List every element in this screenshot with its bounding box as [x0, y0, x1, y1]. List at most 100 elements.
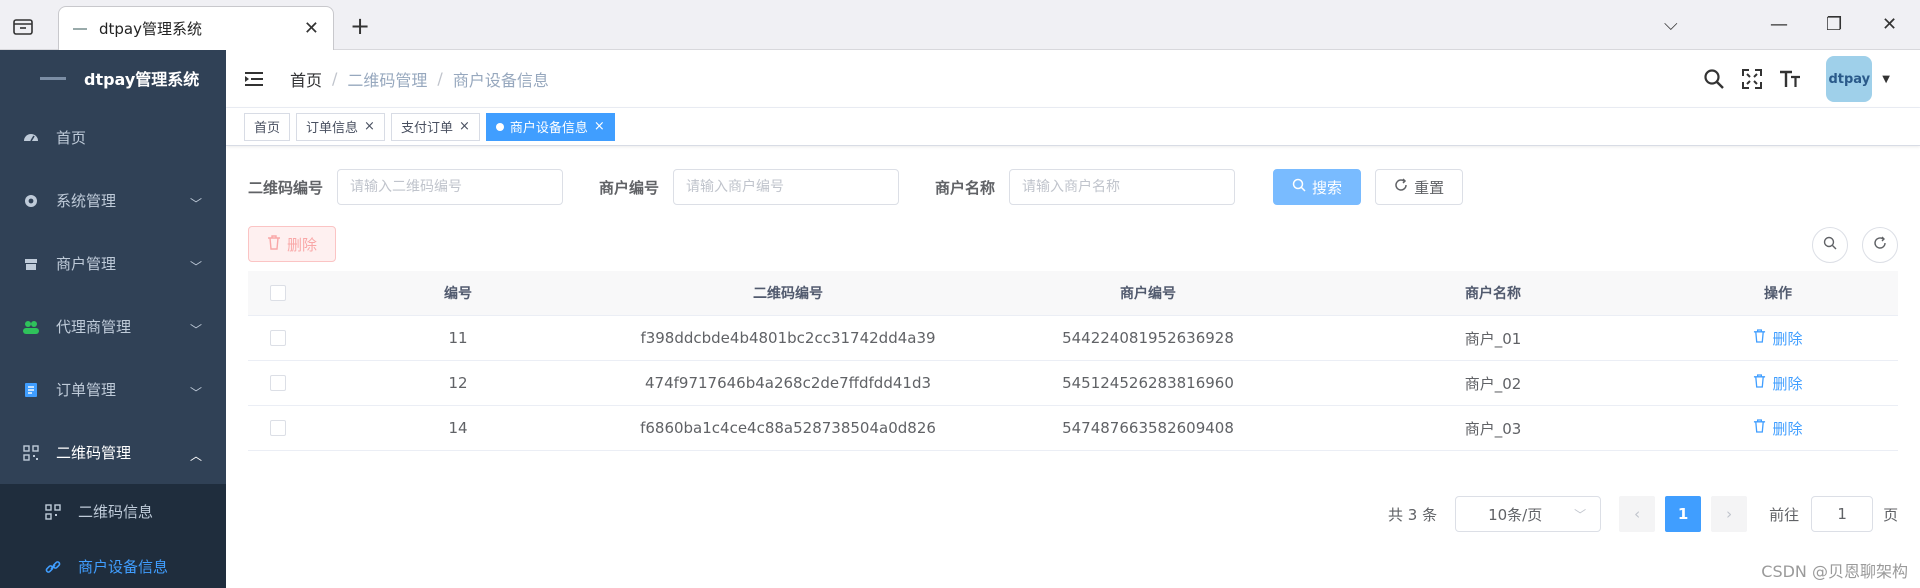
sidebar-logo[interactable]: dtpay管理系统: [0, 50, 226, 106]
batch-delete-label: 删除: [287, 235, 318, 254]
search-button[interactable]: 搜索: [1273, 169, 1362, 205]
close-icon[interactable]: ×: [364, 119, 375, 134]
reset-button[interactable]: 重置: [1375, 169, 1464, 205]
row-checkbox-cell: [248, 375, 308, 391]
sidebar: dtpay管理系统 首页 系统管理 ﹀ 商户管理 ﹀ 代理商管理 ﹀ 订单管理 …: [0, 50, 226, 588]
cell-id: 14: [448, 419, 468, 437]
chevron-up-icon: ︿: [189, 449, 202, 463]
sidebar-item-system[interactable]: 系统管理 ﹀: [0, 169, 226, 232]
trash-icon: [1753, 419, 1766, 437]
row-checkbox-cell: [248, 420, 308, 436]
cell-operation: 删除: [1658, 373, 1898, 394]
tag-label: 首页: [254, 121, 281, 136]
gear-icon: [22, 192, 40, 210]
tab-close-icon[interactable]: ✕: [304, 18, 319, 39]
page-size-value: 10条/页: [1488, 505, 1543, 524]
row-checkbox[interactable]: [270, 375, 286, 391]
search-form: 二维码编号 商户编号 商户名称 搜索 重置: [248, 169, 1477, 205]
sidebar-item-label: 首页: [56, 129, 87, 147]
cell-operation: 删除: [1658, 418, 1898, 439]
cell-merchant-no: 545124526283816960: [1062, 374, 1234, 392]
cell-merchant-no: 544224081952636928: [1062, 329, 1234, 347]
hamburger-icon[interactable]: [244, 70, 264, 88]
breadcrumb-current: 商户设备信息: [452, 70, 549, 90]
goto-page-input[interactable]: 1: [1811, 496, 1874, 532]
select-all-checkbox[interactable]: [270, 285, 286, 301]
watermark: CSDN @贝恩聊架构: [1761, 562, 1908, 581]
favicon-icon: [73, 27, 87, 30]
close-icon[interactable]: ×: [594, 119, 605, 134]
trash-icon: [1753, 329, 1766, 347]
row-checkbox-cell: [248, 330, 308, 346]
cell-merchant-name: 商户_03: [1464, 419, 1522, 438]
chevron-down-icon: ﹀: [189, 197, 202, 211]
merchant-no-input[interactable]: [673, 169, 900, 205]
close-icon[interactable]: ×: [459, 119, 470, 134]
refresh-table-button[interactable]: [1862, 227, 1898, 263]
tag-label: 订单信息: [306, 121, 359, 136]
search-icon[interactable]: [1702, 67, 1726, 91]
chevron-down-icon: ﹀: [189, 323, 202, 337]
search-icon: [1292, 178, 1306, 196]
header-id: 编号: [444, 286, 472, 302]
merchant-name-input[interactable]: [1009, 169, 1236, 205]
browser-tab-title: dtpay管理系统: [99, 20, 202, 38]
row-delete-button[interactable]: 删除: [1753, 328, 1803, 349]
sidebar-item-label: 系统管理: [56, 192, 117, 210]
tag-pay-order[interactable]: 支付订单 ×: [390, 112, 480, 141]
dashboard-icon: [22, 129, 40, 147]
tab-search-icon[interactable]: ⌵: [1664, 14, 1678, 35]
window-close-icon[interactable]: ✕: [1882, 14, 1897, 35]
prev-page-button[interactable]: ‹: [1619, 496, 1656, 532]
minimize-icon[interactable]: —: [1770, 14, 1788, 35]
tag-order-info[interactable]: 订单信息 ×: [296, 112, 385, 141]
row-checkbox[interactable]: [270, 420, 286, 436]
sidebar-item-qrcode[interactable]: 二维码管理 ︿: [0, 421, 226, 484]
sidebar-item-home[interactable]: 首页: [0, 106, 226, 169]
avatar[interactable]: dtpay: [1826, 56, 1873, 102]
header-merchant-name: 商户名称: [1465, 286, 1521, 302]
table-header: 编号 二维码编号 商户编号 商户名称 操作: [248, 271, 1898, 316]
breadcrumb-home[interactable]: 首页: [290, 67, 322, 91]
search-button-label: 搜索: [1312, 178, 1343, 197]
sidebar-subitem-qrcode-info[interactable]: 二维码信息: [0, 484, 226, 539]
sidebar-subitem-device-info[interactable]: 商户设备信息: [0, 539, 226, 588]
row-checkbox[interactable]: [270, 330, 286, 346]
qr-code-input[interactable]: [337, 169, 564, 205]
page-suffix: 页: [1883, 505, 1899, 524]
sidebar-subitem-label: 商户设备信息: [78, 558, 169, 576]
merchant-no-label: 商户编号: [599, 178, 660, 197]
header-checkbox-cell: [248, 285, 308, 301]
sidebar-item-merchant[interactable]: 商户管理 ﹀: [0, 232, 226, 295]
fullscreen-icon[interactable]: [1740, 67, 1764, 91]
next-page-button[interactable]: ›: [1711, 496, 1748, 532]
caret-down-icon[interactable]: ▼: [1882, 74, 1890, 85]
people-icon: [22, 318, 40, 336]
sidebar-item-order[interactable]: 订单管理 ﹀: [0, 358, 226, 421]
trash-icon: [1753, 374, 1766, 392]
new-tab-button[interactable]: +: [350, 12, 370, 40]
sidebar-item-label: 二维码管理: [56, 444, 132, 462]
main-content: 二维码编号 商户编号 商户名称 搜索 重置 删除: [226, 146, 1920, 588]
page-number-button[interactable]: 1: [1665, 496, 1702, 532]
tag-home[interactable]: 首页: [244, 112, 291, 141]
tab-actions-icon[interactable]: [12, 16, 34, 36]
row-delete-button[interactable]: 删除: [1753, 418, 1803, 439]
browser-tab[interactable]: dtpay管理系统 ✕: [58, 6, 334, 50]
tag-device-info[interactable]: 商户设备信息 ×: [485, 112, 615, 141]
row-delete-button[interactable]: 删除: [1753, 373, 1803, 394]
active-dot-icon: [495, 122, 504, 131]
page-size-select[interactable]: 10条/页 ﹀: [1455, 496, 1602, 532]
sidebar-item-agent[interactable]: 代理商管理 ﹀: [0, 295, 226, 358]
cell-qr-code: 474f9717646b4a268c2de7ffdfdd41d3: [644, 374, 932, 392]
cell-merchant-no: 547487663582609408: [1062, 419, 1234, 437]
search-icon: [1823, 236, 1837, 254]
batch-delete-button[interactable]: 删除: [248, 226, 337, 262]
toggle-search-button[interactable]: [1812, 227, 1848, 263]
restore-icon[interactable]: ❐: [1826, 14, 1842, 35]
chevron-down-icon: ﹀: [189, 386, 202, 400]
breadcrumb-separator: /: [332, 69, 338, 88]
cell-operation: 删除: [1658, 328, 1898, 349]
font-size-icon[interactable]: [1778, 67, 1802, 91]
pagination: 共 3 条 10条/页 ﹀ ‹ 1 › 前往 1 页: [1388, 496, 1898, 532]
